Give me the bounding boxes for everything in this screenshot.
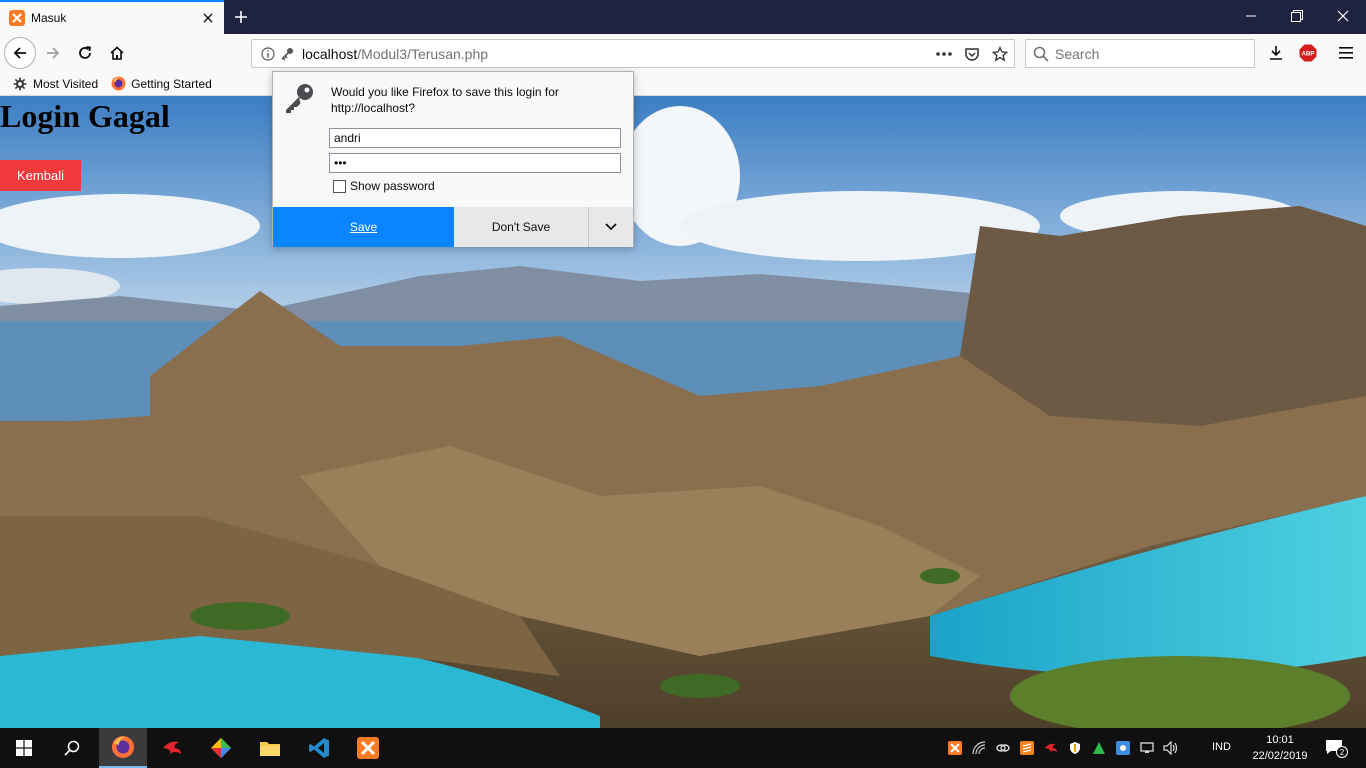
link-icon[interactable]	[991, 728, 1015, 768]
bookmark-star-icon[interactable]	[986, 40, 1014, 67]
adblock-plus-button[interactable]: ABP	[1293, 38, 1323, 68]
bookmarks-toolbar: Most Visited Getting Started	[0, 72, 1366, 96]
show-password-checkbox[interactable]	[333, 179, 346, 193]
green-triangle-icon[interactable]	[1087, 728, 1111, 768]
windows-taskbar: IND 10:01 22/02/2019 2	[0, 728, 1366, 768]
shield-icon[interactable]	[1063, 728, 1087, 768]
downloads-button[interactable]	[1261, 38, 1291, 68]
save-login-doorhanger: Would you like Firefox to save this logi…	[272, 71, 634, 247]
page-content: Login Gagal Kembali	[0, 96, 1366, 728]
clock-date: 22/02/2019	[1252, 750, 1308, 762]
page-title: Login Gagal	[0, 98, 170, 134]
pocket-icon[interactable]	[958, 40, 986, 67]
url-bar[interactable]: localhost/Modul3/Terusan.php	[251, 39, 1015, 68]
colorful-diamond-icon	[211, 738, 231, 758]
blue-app-icon[interactable]	[1111, 728, 1135, 768]
tab-masuk[interactable]: Masuk	[0, 0, 224, 34]
network-icon[interactable]	[1135, 728, 1159, 768]
adblock-plus-icon: ABP	[1299, 44, 1317, 62]
landscape-background-image	[0, 96, 1366, 728]
notification-count: 2	[1340, 748, 1345, 757]
password-field[interactable]	[329, 153, 621, 173]
reload-icon	[79, 46, 92, 59]
search-bar[interactable]	[1025, 39, 1255, 68]
page-actions-icon[interactable]	[930, 40, 958, 67]
windows-logo-icon	[16, 740, 32, 756]
notification-icon: 2	[1326, 740, 1348, 758]
minimize-icon[interactable]	[1228, 0, 1274, 32]
taskbar-xampp[interactable]	[344, 728, 392, 768]
restore-icon[interactable]	[1274, 0, 1320, 32]
back-arrow-icon	[13, 47, 26, 59]
navigation-toolbar: localhost/Modul3/Terusan.php ABP	[0, 34, 1366, 72]
forward-arrow-icon	[47, 47, 60, 59]
sublime-icon[interactable]	[1015, 728, 1039, 768]
svg-text:ABP: ABP	[1302, 52, 1315, 58]
taskbar-search-button[interactable]	[48, 728, 96, 768]
taskbar-firefox[interactable]	[99, 728, 147, 768]
search-icon	[1033, 46, 1049, 62]
clock-time: 10:01	[1266, 734, 1294, 746]
search-input[interactable]	[1055, 45, 1245, 62]
action-center-button[interactable]: 2	[1322, 728, 1352, 768]
start-button[interactable]	[0, 728, 48, 768]
taskbar-vscode[interactable]	[295, 728, 343, 768]
home-icon	[110, 46, 124, 60]
taskbar-app-gaming[interactable]	[148, 728, 196, 768]
new-tab-icon[interactable]	[228, 4, 254, 30]
info-icon[interactable]	[258, 46, 278, 61]
save-button[interactable]: Save	[273, 207, 454, 247]
dragon-tray-icon[interactable]	[1039, 728, 1063, 768]
volume-icon[interactable]	[1159, 728, 1183, 768]
home-button[interactable]	[102, 38, 132, 68]
back-button[interactable]	[4, 37, 36, 69]
login-key-icon[interactable]	[278, 47, 296, 61]
url-host: localhost	[302, 45, 358, 62]
bookmark-most-visited[interactable]: Most Visited	[12, 76, 98, 92]
xampp-tray-icon[interactable]	[943, 728, 967, 768]
url-text[interactable]: localhost/Modul3/Terusan.php	[302, 46, 488, 62]
chevron-down-icon	[605, 223, 617, 231]
vscode-icon	[309, 738, 329, 758]
show-password-toggle[interactable]: Show password	[333, 179, 435, 193]
save-login-message: Would you like Firefox to save this logi…	[331, 85, 559, 115]
download-icon	[1270, 46, 1282, 60]
firefox-icon	[112, 736, 134, 758]
tab-title: Masuk	[31, 11, 67, 25]
system-tray	[943, 728, 1183, 768]
folder-icon	[260, 742, 280, 756]
bookmark-label: Most Visited	[33, 76, 99, 91]
wifi-icon[interactable]	[967, 728, 991, 768]
tab-strip: Masuk	[0, 0, 1366, 34]
reload-button[interactable]	[70, 38, 100, 68]
show-password-label: Show password	[350, 179, 435, 193]
gear-icon	[12, 76, 28, 92]
bookmark-getting-started[interactable]: Getting Started	[110, 76, 212, 92]
taskbar-file-explorer[interactable]	[246, 728, 294, 768]
taskbar-app-sourcetree[interactable]	[197, 728, 245, 768]
close-window-icon[interactable]	[1320, 0, 1366, 32]
key-icon	[283, 82, 315, 114]
bookmark-label: Getting Started	[131, 76, 212, 91]
tab-close-icon[interactable]	[198, 8, 218, 28]
username-field[interactable]	[329, 128, 621, 148]
search-icon	[64, 740, 80, 756]
dragon-logo-icon	[163, 741, 181, 754]
kembali-button[interactable]: Kembali	[0, 160, 81, 191]
doorhanger-buttons: Save Don't Save	[273, 207, 633, 247]
dont-save-button[interactable]: Don't Save	[454, 207, 589, 247]
menu-button[interactable]	[1332, 38, 1362, 68]
language-indicator[interactable]: IND	[1212, 741, 1231, 753]
xampp-icon	[9, 10, 25, 26]
more-options-button[interactable]	[589, 207, 633, 247]
hamburger-menu-icon	[1339, 47, 1353, 59]
url-path: /Modul3/Terusan.php	[357, 45, 489, 62]
forward-button[interactable]	[38, 38, 68, 68]
firefox-icon	[110, 76, 126, 92]
clock[interactable]: 10:01 22/02/2019	[1248, 732, 1312, 764]
xampp-icon	[357, 737, 379, 759]
